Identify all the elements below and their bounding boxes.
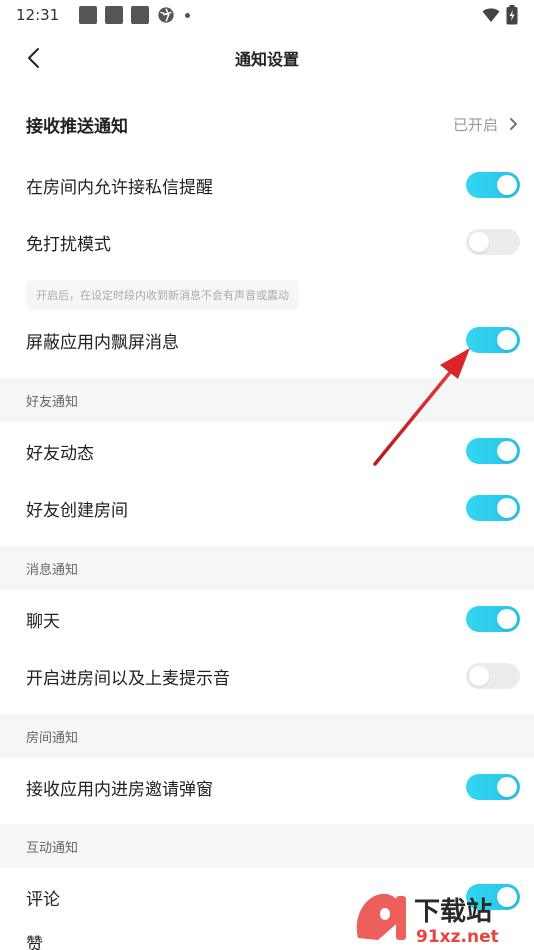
- toggle-knob: [497, 330, 517, 350]
- toggle-knob: [497, 441, 517, 461]
- floating-message-row: 屏蔽应用内飘屏消息: [0, 312, 534, 368]
- friend-feed-row: 好友动态: [0, 423, 534, 479]
- do-not-disturb-row: 免打扰模式: [0, 214, 534, 270]
- enter-room-sound-row: 开启进房间以及上麦提示音: [0, 648, 534, 704]
- chat-toggle[interactable]: [466, 606, 520, 632]
- watermark-site-text: 下载站: [414, 897, 492, 927]
- private-message-label: 在房间内允许接私信提醒: [26, 177, 213, 198]
- toggle-knob: [497, 777, 517, 797]
- push-notification-status: 已开启: [453, 114, 520, 135]
- chevron-right-icon: [510, 118, 518, 130]
- room-invite-label: 接收应用内进房邀请弹窗: [26, 779, 213, 800]
- section-header-room: 房间通知: [0, 714, 534, 758]
- notification-icon: [131, 6, 150, 24]
- room-invite-toggle[interactable]: [466, 774, 520, 800]
- toggle-knob: [469, 666, 489, 686]
- push-status-text: 已开启: [452, 115, 498, 134]
- enter-room-sound-toggle[interactable]: [466, 663, 520, 689]
- battery-icon: [506, 5, 518, 25]
- toggle-knob: [497, 175, 517, 195]
- page-title: 通知设置: [234, 50, 299, 69]
- section-header-interaction: 互动通知: [0, 824, 534, 868]
- section-header-message: 消息通知: [0, 546, 534, 590]
- friend-room-toggle[interactable]: [466, 495, 520, 521]
- back-arrow-icon[interactable]: [22, 46, 46, 70]
- room-invite-row: 接收应用内进房邀请弹窗: [0, 759, 534, 815]
- status-time: 12:31: [16, 6, 60, 24]
- site-watermark: 下载站 91xz.net: [356, 893, 499, 947]
- floating-message-label: 屏蔽应用内飘屏消息: [26, 332, 179, 353]
- do-not-disturb-hint: 开启后，在设定时段内收到新消息不会有声音或震动: [26, 280, 299, 310]
- nav-bar: 通知设置: [0, 30, 534, 86]
- friend-feed-label: 好友动态: [26, 443, 94, 464]
- chat-label: 聊天: [26, 611, 60, 632]
- friend-room-label: 好友创建房间: [26, 500, 128, 521]
- status-bar: 12:31: [0, 0, 534, 30]
- floating-message-toggle[interactable]: [466, 327, 520, 353]
- like-label: 赞: [26, 935, 43, 950]
- aperture-icon: [158, 7, 174, 23]
- toggle-knob: [469, 232, 489, 252]
- private-message-toggle[interactable]: [466, 172, 520, 198]
- notification-icon: [105, 6, 124, 24]
- friend-feed-toggle[interactable]: [466, 438, 520, 464]
- section-header-friend: 好友通知: [0, 378, 534, 422]
- toggle-knob: [497, 609, 517, 629]
- private-message-row: 在房间内允许接私信提醒: [0, 157, 534, 213]
- push-notification-label: 接收推送通知: [26, 116, 128, 137]
- friend-room-row: 好友创建房间: [0, 480, 534, 536]
- comment-label: 评论: [26, 889, 60, 910]
- toggle-knob: [497, 498, 517, 518]
- wifi-icon: [482, 8, 500, 22]
- chat-row: 聊天: [0, 591, 534, 647]
- do-not-disturb-label: 免打扰模式: [26, 234, 111, 255]
- notification-icon: [79, 6, 98, 24]
- enter-room-sound-label: 开启进房间以及上麦提示音: [26, 668, 230, 689]
- push-notification-row[interactable]: 接收推送通知 已开启: [0, 96, 534, 152]
- more-notifications-icon: [185, 12, 191, 18]
- watermark-domain-text: 91xz.net: [416, 927, 499, 947]
- do-not-disturb-toggle[interactable]: [466, 229, 520, 255]
